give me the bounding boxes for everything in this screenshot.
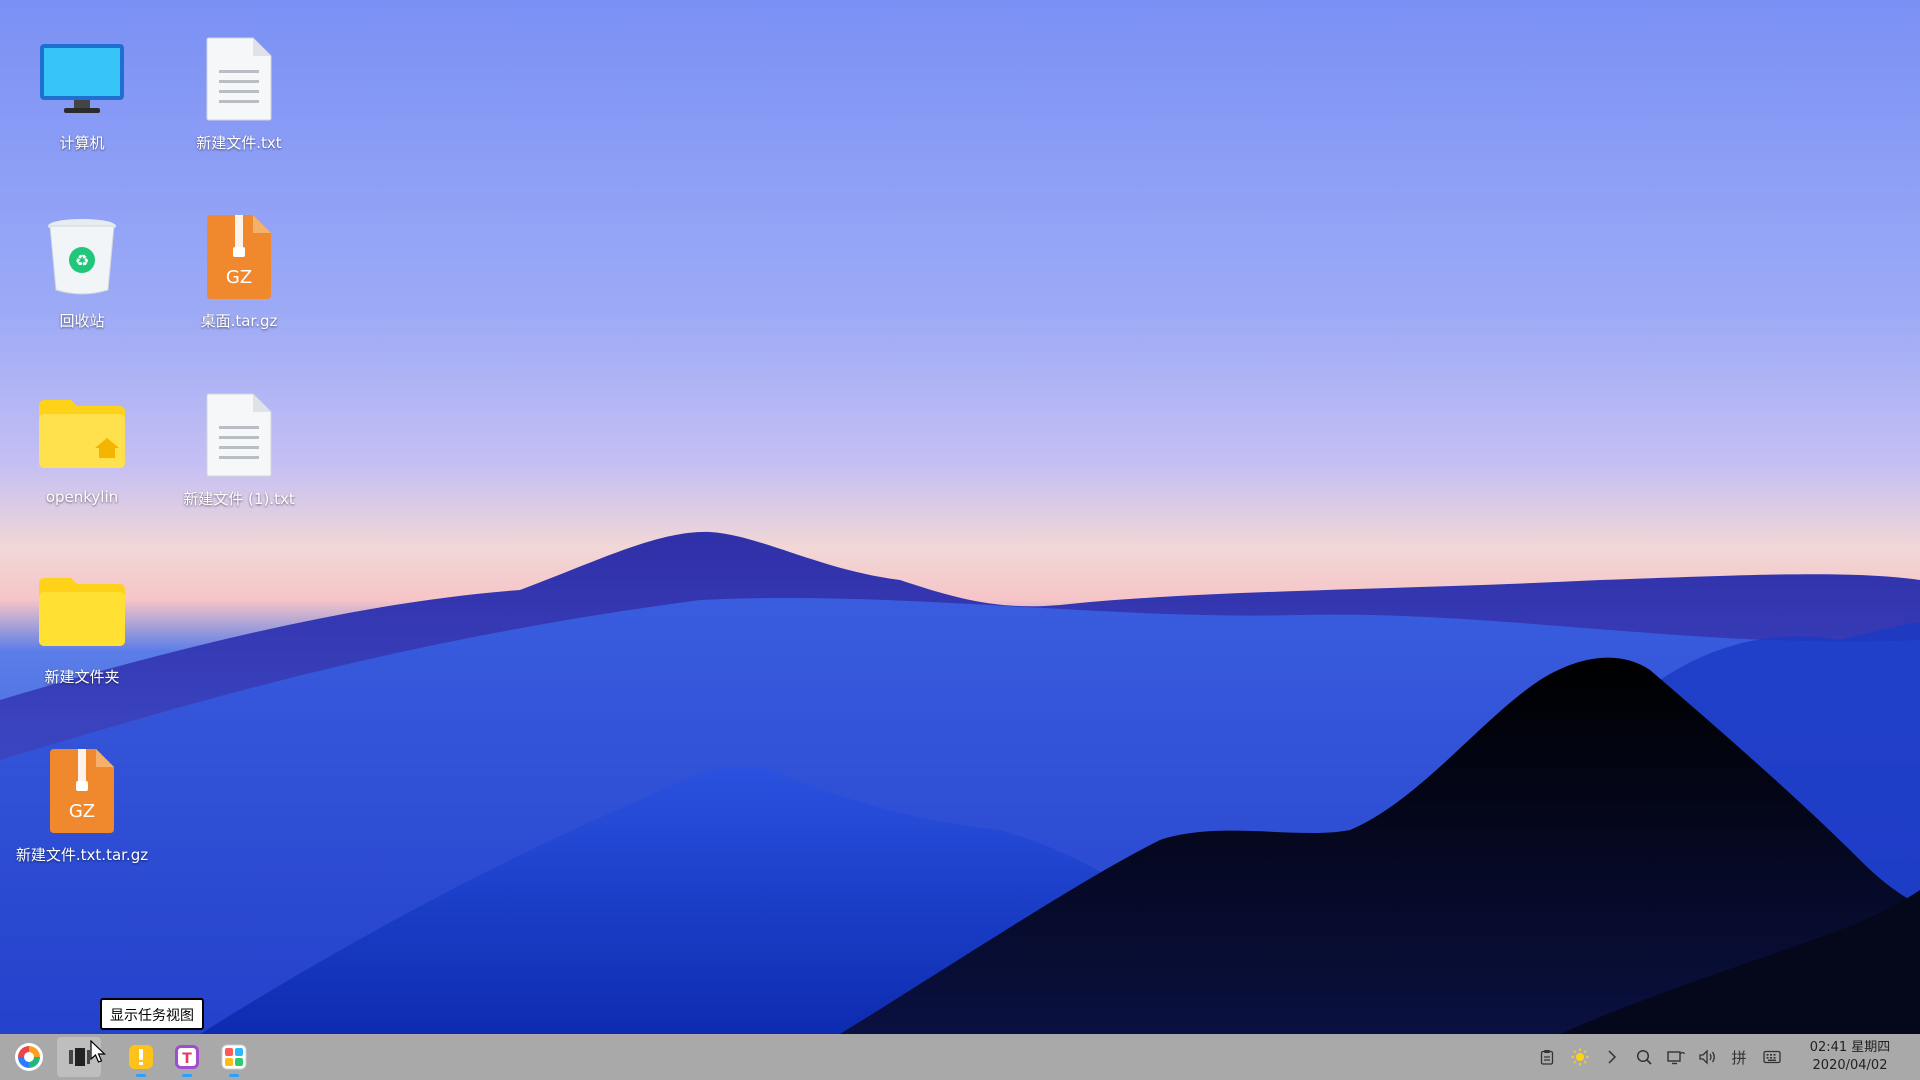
desktop-icon-home-folder[interactable]: openkylin (7, 378, 157, 528)
start-menu-icon (15, 1043, 43, 1071)
start-menu-button[interactable] (7, 1037, 51, 1077)
tray-expand-button[interactable] (1600, 1045, 1624, 1069)
running-indicator (136, 1074, 146, 1077)
task-view-icon (69, 1048, 90, 1066)
clipboard-icon (1540, 1050, 1554, 1065)
text-file-icon (191, 386, 287, 482)
desktop-icon-archive[interactable]: GZ 桌面.tar.gz (164, 200, 314, 350)
taskbar-app-text-editor[interactable]: T (165, 1037, 209, 1077)
taskbar: T 拼 02:41 星期四 2020/04/02 (0, 1034, 1920, 1080)
input-method-icon: 拼 (1731, 1048, 1747, 1067)
computer-icon (34, 30, 130, 126)
tray-network-button[interactable] (1664, 1045, 1688, 1069)
desktop-icon-label: 新建文件.txt.tar.gz (15, 846, 149, 864)
tray-keyboard-button[interactable] (1760, 1045, 1784, 1069)
desktop-icon-label: 桌面.tar.gz (200, 312, 278, 330)
keyboard-icon (1763, 1050, 1781, 1064)
desktop-icon-label: 新建文件.txt (196, 134, 282, 152)
task-view-tooltip: 显示任务视图 (100, 998, 204, 1030)
text-editor-icon: T (175, 1045, 199, 1069)
notes-app-icon (129, 1045, 153, 1069)
text-file-icon (191, 30, 287, 126)
archive-gz-icon: GZ (34, 742, 130, 838)
taskbar-app-store[interactable] (212, 1037, 256, 1077)
desktop[interactable]: 计算机 ♻ 回收站 openkylin 新建文件夹 GZ 新建文件.txt.ta… (0, 0, 1920, 1034)
desktop-icon-text-file[interactable]: 新建文件 (1).txt (164, 378, 314, 528)
text-editor-glyph: T (182, 1051, 192, 1067)
home-folder-icon (34, 386, 130, 482)
desktop-icon-new-folder[interactable]: 新建文件夹 (7, 556, 157, 706)
running-indicator (229, 1074, 239, 1077)
tray-volume-button[interactable] (1695, 1045, 1719, 1069)
desktop-icon-label: openkylin (45, 488, 119, 506)
network-icon (1667, 1051, 1685, 1065)
desktop-icon-trash[interactable]: ♻ 回收站 (7, 200, 157, 350)
app-store-icon (221, 1044, 247, 1070)
volume-icon (1699, 1049, 1715, 1065)
desktop-icon-label: 计算机 (59, 134, 105, 152)
tray-search-button[interactable] (1632, 1045, 1656, 1069)
desktop-icon-computer[interactable]: 计算机 (7, 22, 157, 172)
desktop-icon-label: 新建文件 (1).txt (183, 490, 295, 508)
archive-badge: GZ (69, 801, 95, 822)
desktop-icon-label: 新建文件夹 (44, 668, 120, 686)
chevron-right-icon (1608, 1050, 1617, 1064)
sun-icon (1571, 1048, 1589, 1066)
running-indicator (182, 1074, 192, 1077)
clock[interactable]: 02:41 星期四 2020/04/02 (1800, 1039, 1900, 1075)
archive-gz-icon: GZ (191, 208, 287, 304)
tray-brightness-button[interactable] (1568, 1045, 1592, 1069)
taskbar-app-notes[interactable] (119, 1037, 163, 1077)
clock-date: 2020/04/02 (1812, 1058, 1888, 1073)
tray-clipboard-button[interactable] (1535, 1045, 1559, 1069)
svg-text:♻: ♻ (75, 251, 89, 270)
archive-badge: GZ (226, 267, 252, 288)
folder-icon (34, 564, 130, 660)
search-icon (1636, 1049, 1652, 1065)
clock-time: 02:41 星期四 (1809, 1040, 1891, 1055)
mouse-cursor-icon (90, 1040, 106, 1063)
desktop-icon-archive[interactable]: GZ 新建文件.txt.tar.gz (7, 734, 157, 884)
tray-input-method-button[interactable]: 拼 (1727, 1045, 1751, 1069)
trash-icon: ♻ (34, 208, 130, 304)
desktop-icon-text-file[interactable]: 新建文件.txt (164, 22, 314, 172)
desktop-icon-label: 回收站 (59, 312, 105, 330)
